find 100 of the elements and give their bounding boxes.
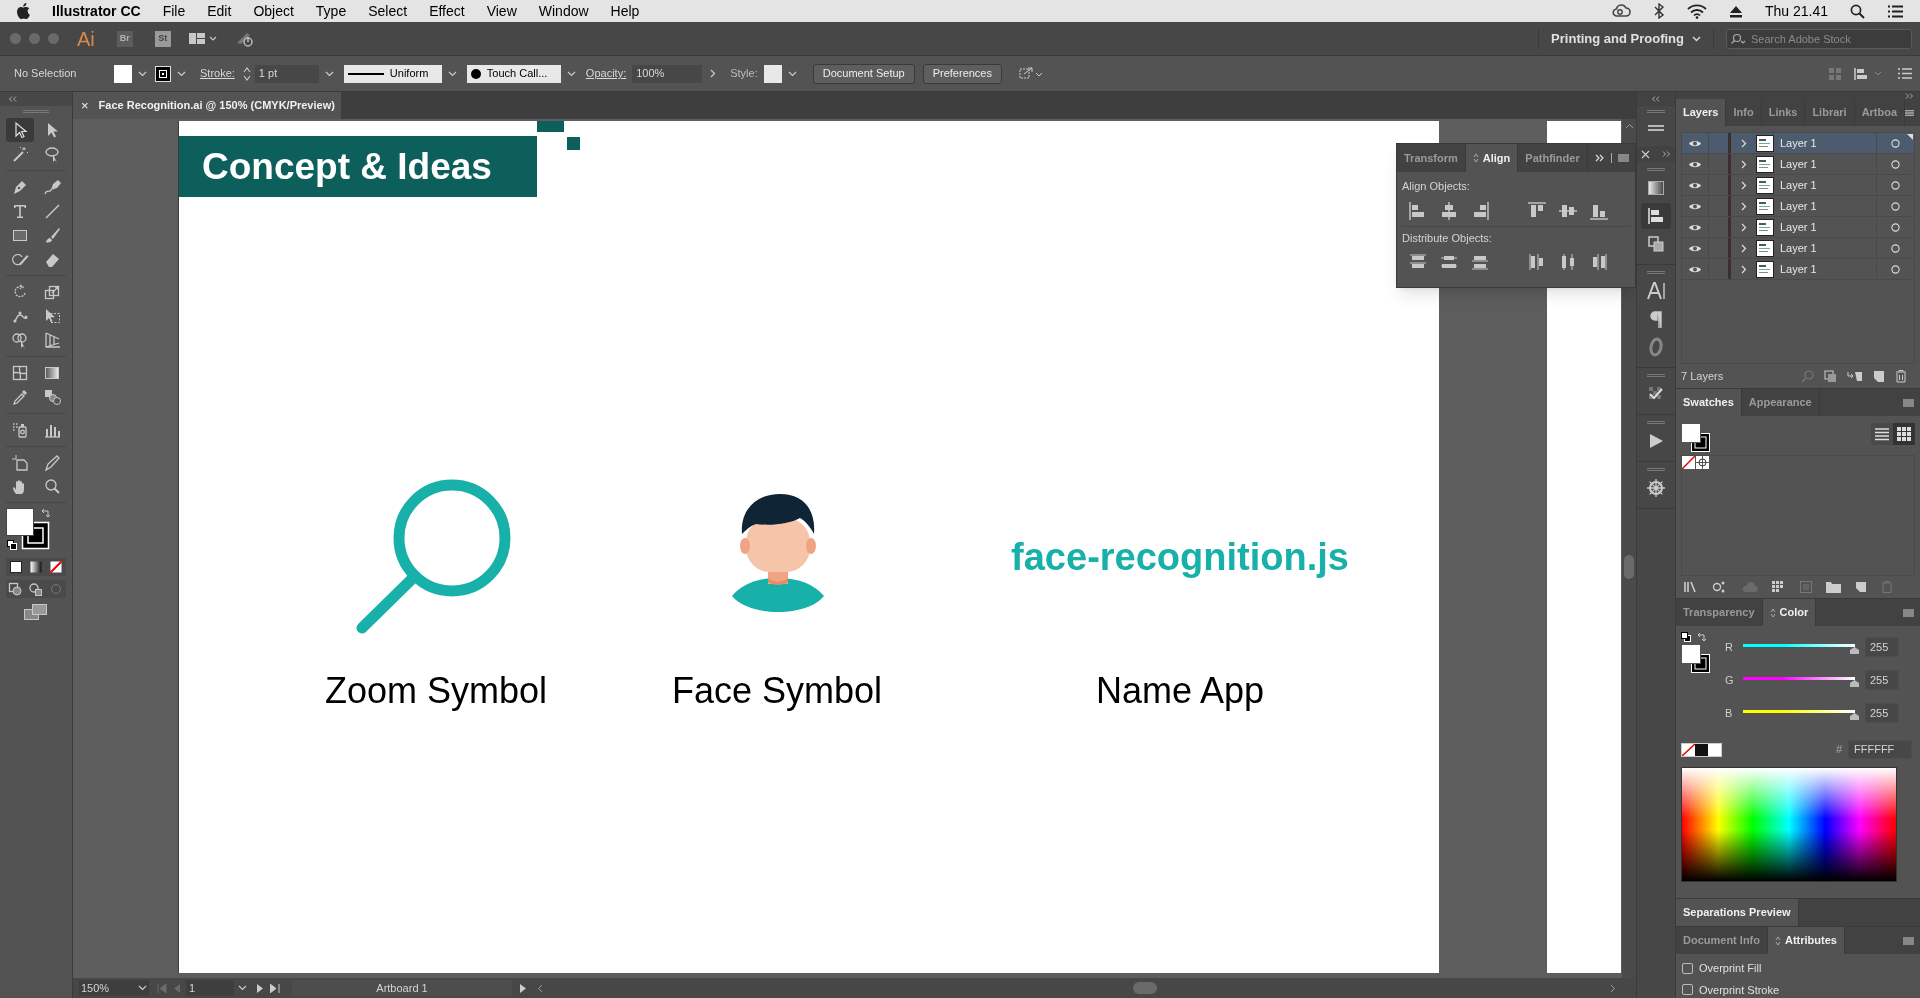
document-tab[interactable]: × Face Recognition.ai @ 150% (CMYK/Preview): [73, 92, 341, 119]
folder-icon[interactable]: [1826, 581, 1841, 593]
magic-wand-tool-icon[interactable]: [11, 145, 29, 163]
layer-row[interactable]: Layer 1: [1682, 217, 1914, 238]
swatch-libraries-icon[interactable]: [1684, 581, 1698, 593]
trash-icon[interactable]: [1895, 369, 1907, 383]
scrollbar-thumb[interactable]: [1133, 982, 1157, 994]
stock-button[interactable]: St: [154, 30, 171, 47]
checkbox[interactable]: [1682, 962, 1693, 974]
layer-row[interactable]: Layer 1: [1682, 259, 1914, 280]
fill-stroke-swatch-icon[interactable]: [1681, 423, 1711, 453]
chevron-down-icon[interactable]: [566, 70, 576, 77]
type-tool-icon[interactable]: [11, 202, 29, 220]
list-view-icon[interactable]: [1875, 427, 1889, 441]
none-mode-icon[interactable]: [47, 559, 65, 575]
zoom-tool-icon[interactable]: [43, 478, 61, 496]
color-mode-icon[interactable]: [7, 559, 25, 575]
swatch-options-icon[interactable]: [1772, 581, 1786, 593]
none-swatch-icon[interactable]: [1682, 456, 1695, 469]
paintbrush-tool-icon[interactable]: [43, 226, 61, 244]
grid-view-button[interactable]: [1893, 423, 1915, 445]
mesh-tool-icon[interactable]: [11, 364, 29, 382]
gear-icon[interactable]: [1646, 478, 1666, 498]
chevron-down-icon[interactable]: [787, 70, 797, 77]
panel-tab[interactable]: Align: [1465, 144, 1519, 172]
stroke-profile-dropdown[interactable]: Uniform: [343, 64, 442, 83]
chevron-right-icon[interactable]: [710, 69, 717, 78]
menu-item[interactable]: Effect: [429, 0, 465, 22]
screen-mode-icon[interactable]: [24, 604, 48, 620]
menu-item[interactable]: Object: [253, 0, 294, 22]
clock[interactable]: Thu 21.41: [1764, 0, 1828, 22]
character-panel-icon[interactable]: [1646, 281, 1666, 301]
menu-icon[interactable]: [1903, 936, 1914, 945]
search-field[interactable]: Search Adobe Stock: [1726, 28, 1912, 49]
brush-dropdown[interactable]: Touch Call...: [466, 64, 561, 83]
search-icon[interactable]: [1850, 3, 1865, 19]
expand-chevron-icon[interactable]: [1741, 180, 1747, 190]
stroke-label[interactable]: Stroke:: [200, 65, 235, 82]
menu-icon[interactable]: [1903, 608, 1914, 617]
swatch[interactable]: [1695, 743, 1708, 756]
registration-swatch-icon[interactable]: [1696, 456, 1709, 469]
scrollbar-thumb[interactable]: [1624, 555, 1634, 579]
menu-icon[interactable]: [1905, 108, 1914, 117]
menu-item[interactable]: Select: [368, 0, 408, 22]
transform-options-icon[interactable]: [1018, 65, 1044, 82]
swatch-kind-icon[interactable]: [1712, 581, 1726, 593]
layer-row[interactable]: Layer 1: [1682, 196, 1914, 217]
menu-item[interactable]: Help: [610, 0, 640, 22]
arrange-documents-icon[interactable]: [188, 32, 217, 45]
checkbox[interactable]: [1682, 984, 1693, 996]
default-colors-icon[interactable]: [1681, 632, 1691, 642]
workspace-switcher[interactable]: Printing and Proofing: [1551, 28, 1701, 49]
line-tool-icon[interactable]: [43, 202, 61, 220]
bluetooth-icon[interactable]: [1652, 3, 1665, 19]
free-transform-tool-icon[interactable]: [43, 307, 61, 325]
color-group-icon[interactable]: [1800, 581, 1812, 593]
artboard-tool-icon[interactable]: [11, 454, 29, 472]
channel-value-field[interactable]: 255: [1865, 637, 1899, 657]
panel-tab[interactable]: Swatches: [1676, 389, 1742, 416]
list-icon[interactable]: [1887, 4, 1904, 18]
visibility-eye-icon[interactable]: [1688, 264, 1702, 274]
visibility-eye-icon[interactable]: [1688, 138, 1702, 148]
chevron-down-icon[interactable]: [324, 70, 334, 77]
selected-tool-button[interactable]: [6, 118, 34, 142]
layer-row[interactable]: Layer 1: [1682, 175, 1914, 196]
target-circle-icon[interactable]: [1891, 201, 1900, 211]
chevron-down-icon[interactable]: [238, 985, 247, 991]
draw-behind-icon[interactable]: [27, 581, 45, 597]
chevron-down-icon[interactable]: [447, 70, 457, 77]
lasso-tool-icon[interactable]: [43, 145, 61, 163]
expand-chevron-icon[interactable]: [1741, 264, 1747, 274]
slider-thumb-icon[interactable]: [1850, 647, 1859, 654]
visibility-eye-icon[interactable]: [1688, 201, 1702, 211]
menu-icon[interactable]: [1903, 398, 1914, 407]
panel-tab[interactable]: Layers: [1676, 99, 1727, 126]
new-sublayer-icon[interactable]: [1847, 369, 1863, 383]
next-artboard-icon[interactable]: [257, 983, 264, 993]
selected-panel-button[interactable]: [1641, 203, 1671, 229]
chevron-down-icon[interactable]: [138, 70, 147, 77]
align-icon[interactable]: [1854, 66, 1884, 81]
style-swatch[interactable]: [763, 64, 782, 83]
opentype-panel-icon[interactable]: [1646, 337, 1666, 357]
target-circle-icon[interactable]: [1891, 180, 1900, 190]
opacity-field[interactable]: 100%: [632, 64, 703, 83]
channel-value-field[interactable]: 255: [1865, 670, 1899, 690]
color-spectrum[interactable]: [1681, 767, 1897, 882]
visibility-eye-icon[interactable]: [1688, 180, 1702, 190]
stepper-icon[interactable]: [242, 65, 251, 82]
expand-chevron-icon[interactable]: [1741, 222, 1747, 232]
app-name[interactable]: Illustrator CC: [52, 0, 141, 22]
menu-item[interactable]: Window: [538, 0, 589, 22]
fill-stroke-swatch-icon[interactable]: [1681, 644, 1711, 674]
gradient-panel-icon[interactable]: [1646, 178, 1666, 198]
layer-row[interactable]: Layer 1: [1682, 133, 1914, 154]
toolbar-button[interactable]: Document Setup: [812, 63, 915, 84]
visibility-eye-icon[interactable]: [1688, 222, 1702, 232]
target-circle-icon[interactable]: [1891, 222, 1900, 232]
close-icon[interactable]: [1641, 149, 1650, 159]
shape-builder-tool-icon[interactable]: [11, 331, 29, 349]
status-field[interactable]: Artboard 1: [292, 980, 512, 996]
